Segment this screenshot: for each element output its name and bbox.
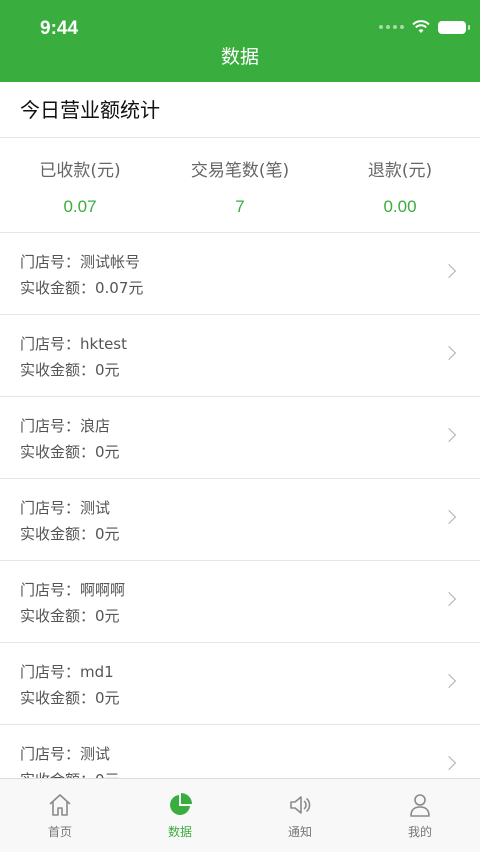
store-name: 门店号：测试帐号 (20, 253, 141, 271)
store-name: 门店号：测试 (20, 745, 111, 763)
store-amount: 实收金额：0元 (20, 767, 480, 778)
home-icon (49, 794, 71, 816)
summary-title: 今日营业额统计 (0, 82, 480, 138)
tab-bar: 首页 数据 通知 我的 (0, 778, 480, 852)
store-amount: 实收金额：0.07元 (20, 279, 144, 297)
status-time: 9:44 (40, 18, 79, 39)
stats-row: 已收款(元) 0.07 交易笔数(笔) 7 退款(元) 0.00 (0, 138, 480, 231)
stat-value: 7 (235, 197, 245, 216)
store-list-item[interactable]: 门店号：测试 实收金额：0元 (0, 478, 480, 560)
store-list-item[interactable]: 门店号：浪店 实收金额：0元 (0, 396, 480, 478)
page-title: 数据 (220, 46, 259, 68)
stat-refunds: 退款(元) 0.00 (320, 138, 480, 231)
tab-notifications[interactable]: 通知 (240, 779, 360, 852)
store-name: 门店号：测试 (20, 499, 111, 517)
status-icons (379, 20, 470, 34)
tab-label: 我的 (407, 825, 432, 839)
store-list-item[interactable]: 门店号：测试 实收金额：0元 (0, 724, 480, 778)
store-name: 门店号：啊啊啊 (20, 581, 126, 599)
tab-label: 数据 (167, 825, 192, 839)
stat-label: 已收款(元) (39, 161, 121, 181)
tab-profile[interactable]: 我的 (360, 779, 480, 852)
store-amount: 实收金额：0元 (20, 361, 120, 379)
revenue-summary: 今日营业额统计 已收款(元) 0.07 交易笔数(笔) 7 退款(元) 0.00 (0, 82, 480, 232)
store-name: 门店号：浪店 (20, 417, 111, 435)
tab-data[interactable]: 数据 (120, 779, 240, 852)
store-amount: 实收金额：0元 (20, 525, 120, 543)
speaker-icon (290, 796, 311, 814)
tab-label: 通知 (287, 825, 312, 839)
battery-icon (438, 20, 470, 34)
store-list-item[interactable]: 门店号：hktest 实收金额：0元 (0, 314, 480, 396)
stat-transactions: 交易笔数(笔) 7 (160, 138, 320, 231)
stat-value: 0.07 (63, 197, 97, 216)
store-list[interactable]: 门店号：测试帐号 实收金额：0.07元 门店号：hktest 实收金额：0元 门… (0, 232, 480, 778)
store-amount: 实收金额：0元 (20, 607, 120, 625)
store-list-item[interactable]: 门店号：md1 实收金额：0元 (0, 642, 480, 724)
store-amount: 实收金额：0元 (20, 689, 120, 707)
wifi-icon (412, 20, 430, 33)
stat-value: 0.00 (383, 197, 417, 216)
user-icon (410, 794, 430, 817)
store-name: 门店号：hktest (20, 335, 127, 353)
pie-chart-icon (170, 793, 192, 815)
tab-label: 首页 (47, 825, 72, 839)
stat-label: 退款(元) (367, 161, 433, 181)
nav-header: 9:44 数据 (0, 0, 480, 82)
tab-home[interactable]: 首页 (0, 779, 120, 852)
store-amount: 实收金额：0元 (20, 443, 120, 461)
store-list-item[interactable]: 门店号：测试帐号 实收金额：0.07元 (0, 232, 480, 314)
signal-icon (379, 25, 404, 29)
stat-label: 交易笔数(笔) (190, 161, 290, 181)
store-name: 门店号：md1 (20, 663, 114, 681)
store-list-item[interactable]: 门店号：啊啊啊 实收金额：0元 (0, 560, 480, 642)
stat-received: 已收款(元) 0.07 (0, 138, 160, 231)
